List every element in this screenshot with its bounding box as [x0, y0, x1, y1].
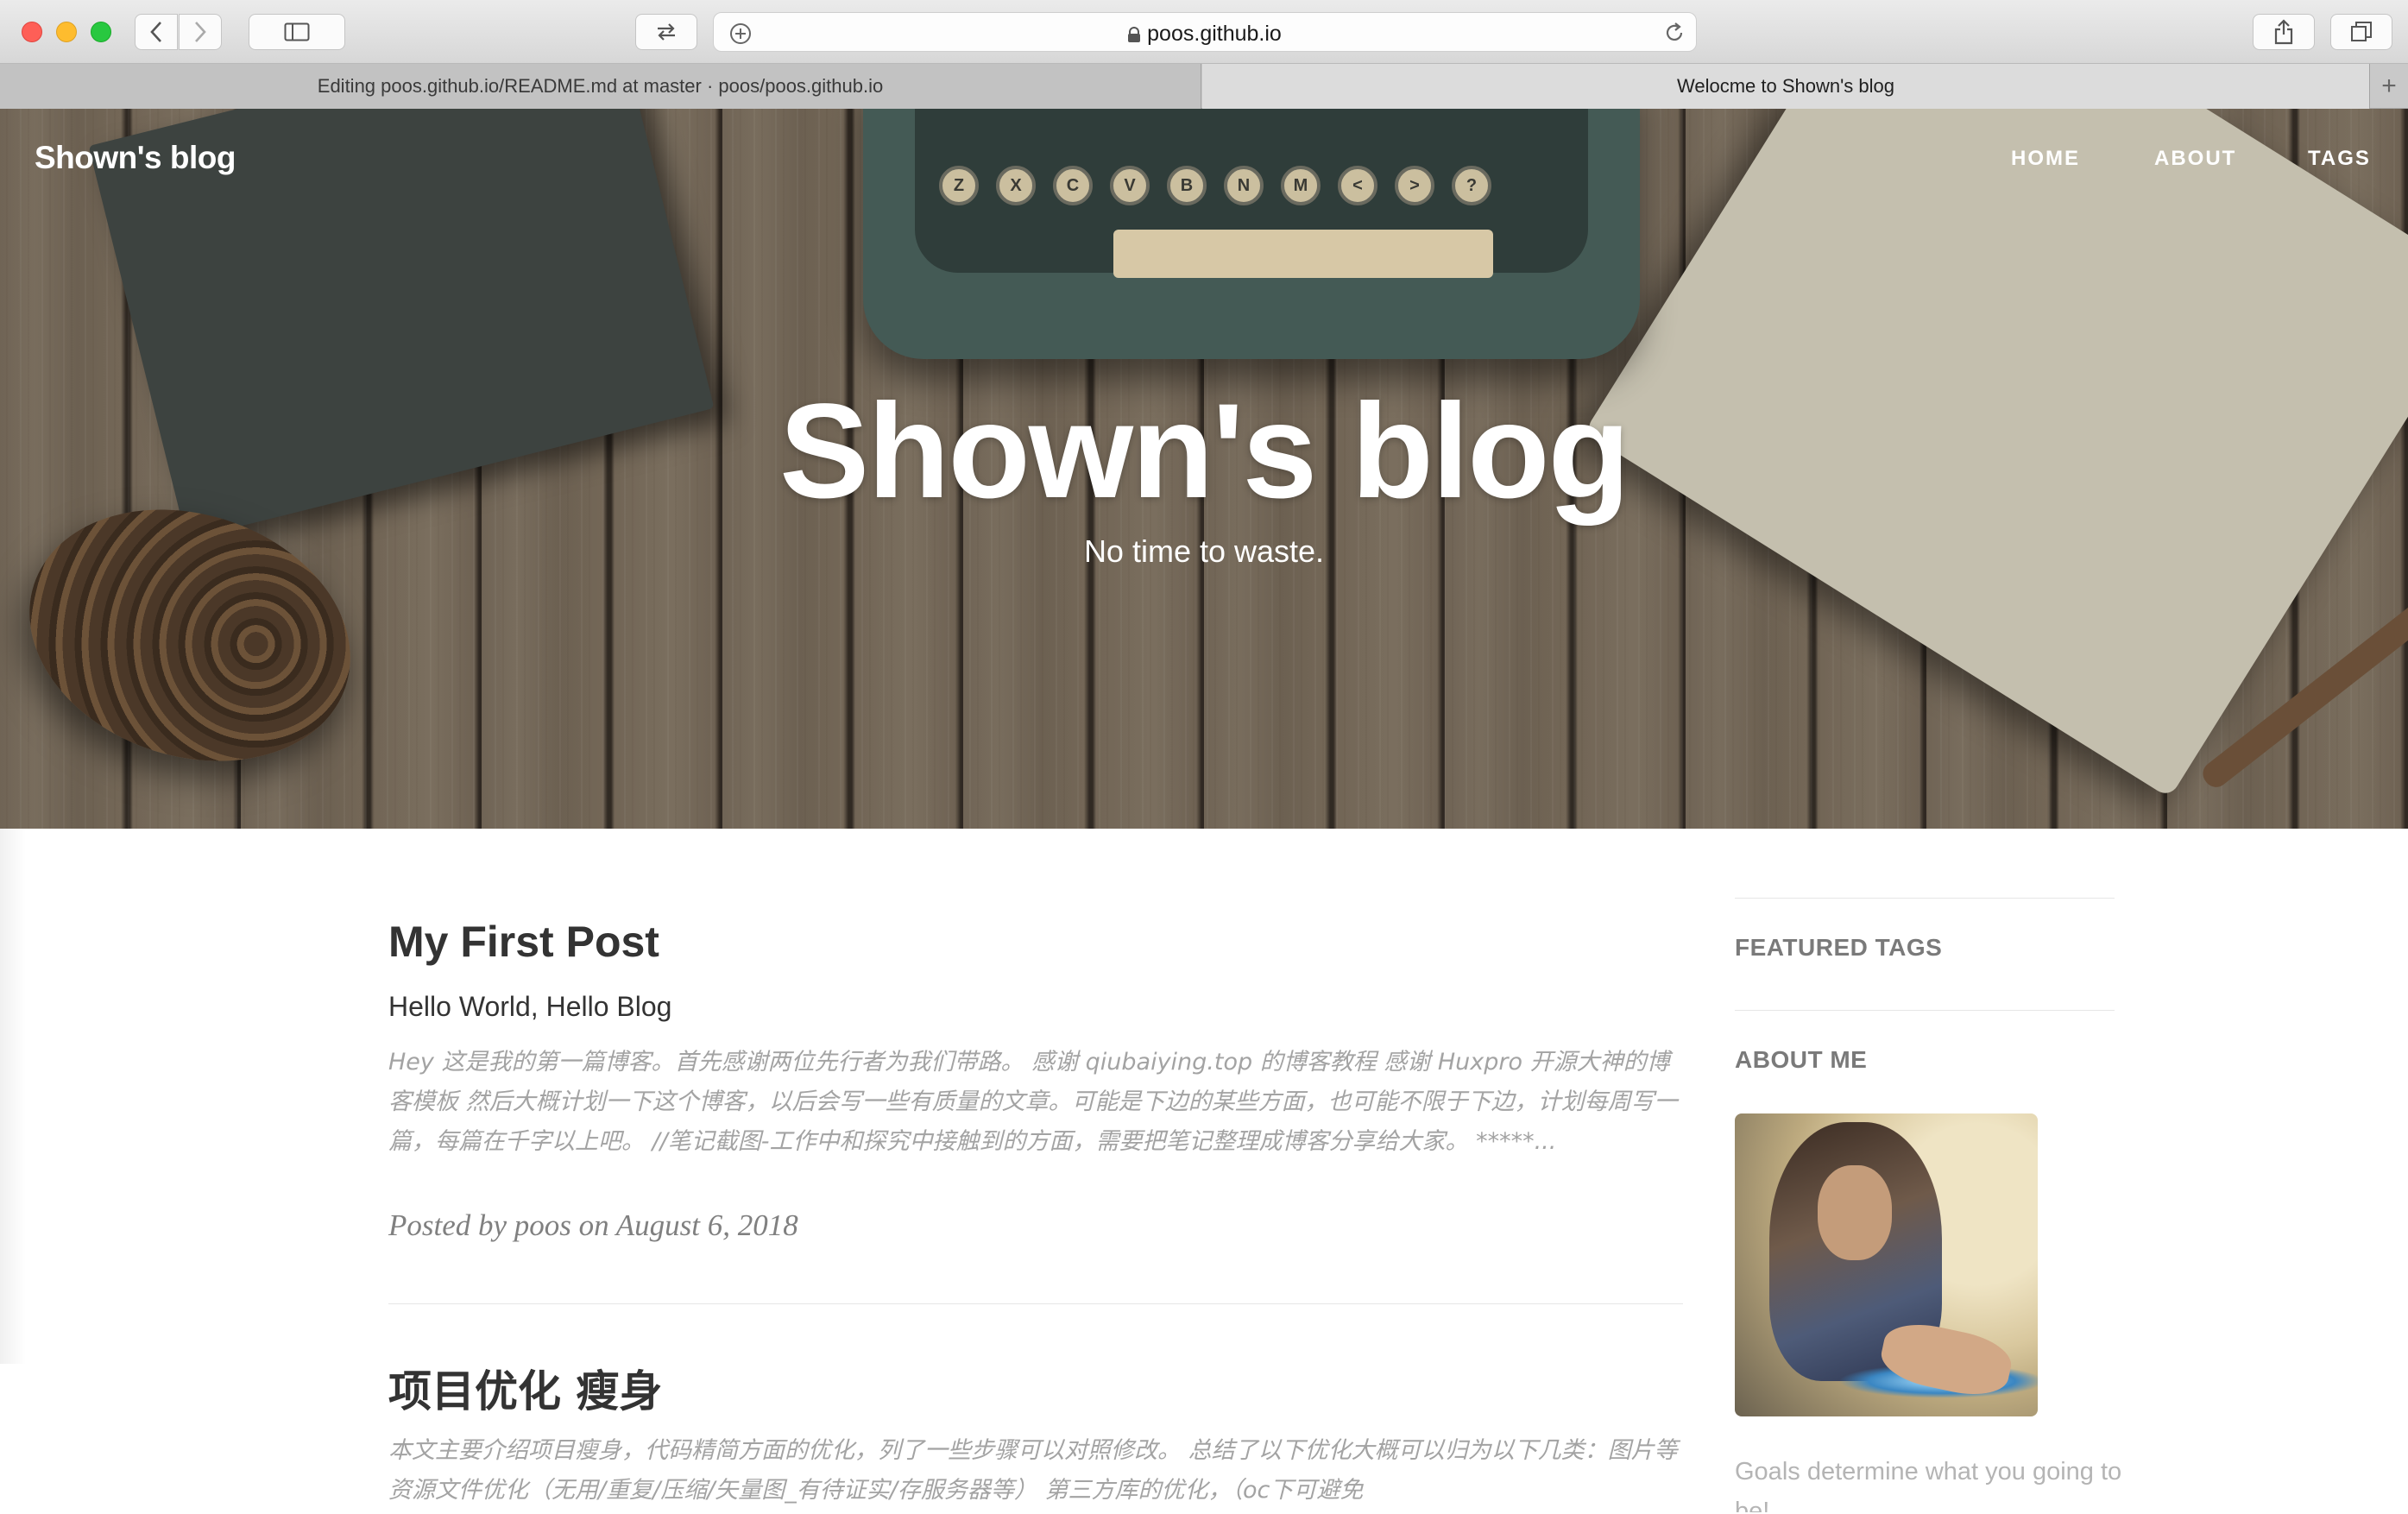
share-button[interactable] — [2253, 14, 2315, 50]
main-content: My First Post Hello World, Hello Blog He… — [0, 829, 2408, 1514]
typewriter-key: V — [1110, 166, 1150, 205]
typewriter-key: ? — [1452, 166, 1491, 205]
chevron-left-icon — [150, 22, 161, 42]
show-tabs-button[interactable] — [2330, 14, 2392, 50]
post-excerpt[interactable]: 本文主要介绍项目瘦身，代码精简方面的优化，列了一些步骤可以对照修改。 总结了以下… — [388, 1431, 1683, 1514]
nav-about[interactable]: ABOUT — [2154, 147, 2236, 171]
typewriter-key: > — [1395, 166, 1434, 205]
chevron-right-icon — [195, 22, 206, 42]
typewriter-key: < — [1338, 166, 1377, 205]
share-icon — [2274, 19, 2293, 45]
url-text: poos.github.io — [714, 22, 1696, 47]
nav-home[interactable]: HOME — [2011, 147, 2080, 171]
tab-label: Welocme to Shown's blog — [1676, 75, 1895, 97]
lock-icon — [1128, 27, 1141, 42]
nav-tags[interactable]: TAGS — [2308, 147, 2371, 171]
forward-button[interactable] — [179, 14, 222, 50]
about-me-heading: ABOUT ME — [1735, 1046, 1868, 1073]
post-subtitle[interactable]: Hello World, Hello Blog — [388, 991, 671, 1023]
close-window-button[interactable] — [22, 22, 42, 42]
sidebar-icon — [284, 22, 310, 41]
typewriter-key: C — [1053, 166, 1093, 205]
minimize-window-button[interactable] — [56, 22, 77, 42]
post-meta: Posted by poos on August 6, 2018 — [388, 1208, 798, 1242]
typewriter-key: B — [1167, 166, 1207, 205]
window-edge-shadow — [0, 829, 26, 1364]
typewriter-key: M — [1281, 166, 1321, 205]
url-label: poos.github.io — [1147, 22, 1282, 46]
post-title-link[interactable]: My First Post — [388, 917, 659, 967]
typewriter-body: Z X C V B N M < > ? — [915, 109, 1588, 278]
back-button[interactable] — [135, 14, 178, 50]
zoom-window-button[interactable] — [91, 22, 111, 42]
post-divider — [388, 1303, 1683, 1304]
tab-transfer-button[interactable] — [635, 14, 697, 50]
site-brand-link[interactable]: Shown's blog — [35, 140, 236, 176]
tab-shown-blog[interactable]: Welocme to Shown's blog — [1202, 64, 2369, 109]
plus-icon: + — [2381, 72, 2397, 100]
typewriter-key: N — [1224, 166, 1264, 205]
hero-header: Z X C V B N M < > ? Shown's blog HOME AB… — [0, 109, 2408, 829]
about-me-text: Goals determine what you going to be! — [1735, 1458, 2122, 1512]
typewriter-decoration: Z X C V B N M < > ? — [863, 109, 1640, 359]
featured-tags-heading: FEATURED TAGS — [1735, 934, 1943, 961]
hero-title: Shown's blog — [779, 376, 1630, 527]
avatar-face — [1818, 1165, 1892, 1260]
tab-bar: Editing poos.github.io/README.md at mast… — [0, 64, 2408, 109]
post-title-link[interactable]: 项目优化 瘦身 — [388, 1357, 662, 1419]
tab-label: Editing poos.github.io/README.md at mast… — [317, 75, 884, 97]
hero-subtitle: No time to waste. — [1083, 533, 1325, 569]
sidebar-toggle-button[interactable] — [249, 14, 345, 50]
typewriter-key: Z — [939, 166, 979, 205]
browser-toolbar: poos.github.io — [0, 0, 2408, 64]
reload-icon[interactable] — [1663, 22, 1686, 44]
typewriter-key: X — [996, 166, 1036, 205]
address-bar[interactable]: poos.github.io — [713, 12, 1697, 52]
tabs-overview-icon — [2351, 22, 2372, 41]
sidebar-divider — [1735, 1010, 2115, 1011]
swap-arrows-icon — [658, 23, 675, 41]
typewriter-spacebar — [1113, 230, 1493, 278]
new-tab-button[interactable]: + — [2369, 64, 2408, 109]
sidebar-divider — [1735, 898, 2115, 899]
avatar — [1735, 1113, 2038, 1416]
post-excerpt[interactable]: Hey 这是我的第一篇博客。首先感谢两位先行者为我们带路。 感谢 qiubaiy… — [388, 1043, 1683, 1162]
tab-github-editor[interactable]: Editing poos.github.io/README.md at mast… — [0, 64, 1201, 109]
